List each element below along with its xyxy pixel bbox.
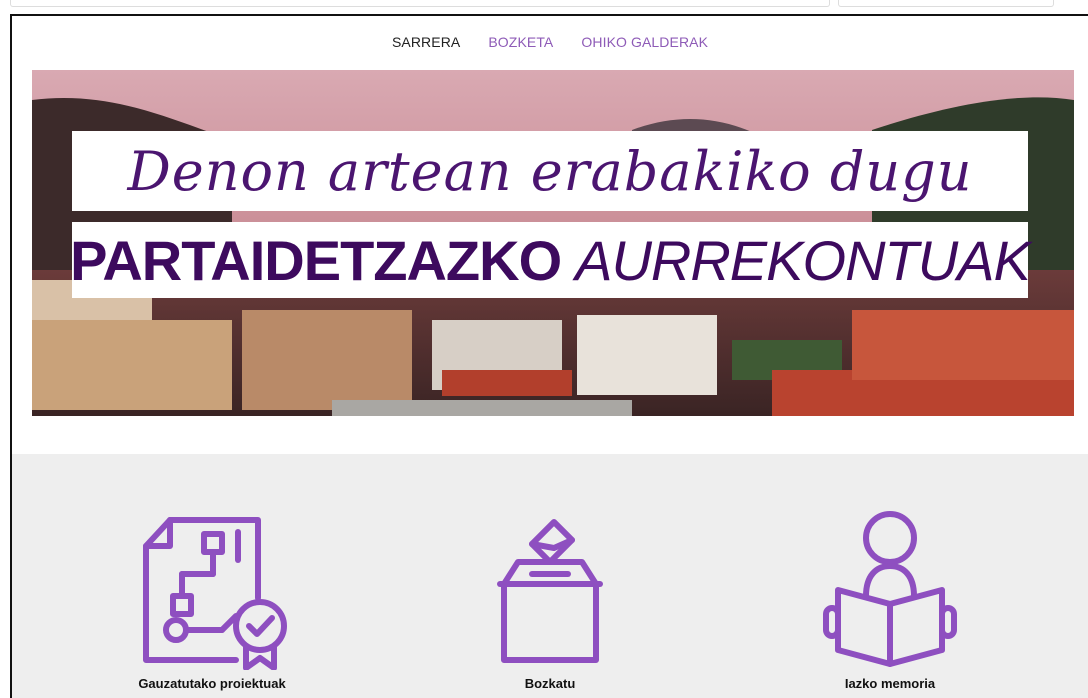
hero-title: PARTAIDETZAZKO AURREKONTUAK	[70, 222, 1031, 298]
main-navigation: SARRERA BOZKETA OHIKO GALDERAK	[12, 34, 1088, 50]
feature-label-iazko-memoria: Iazko memoria	[844, 676, 936, 691]
hero-title-light: AURREKONTUAK	[575, 228, 1031, 292]
feature-gauzatutako-proiektuak[interactable]: Gauzatutako proiektuak	[62, 500, 362, 691]
feature-iazko-memoria[interactable]: Iazko memoria	[740, 500, 1040, 691]
reading-person-icon	[823, 511, 957, 667]
feature-label-bozkatu: Bozkatu	[524, 676, 576, 691]
search-bar-edge	[838, 0, 1054, 7]
nav-item-ohiko-galderak[interactable]: OHIKO GALDERAK	[581, 34, 708, 50]
features-section: Gauzatutako proiektuak Bozkatu Iazko mem…	[12, 454, 1088, 698]
nav-item-sarrera[interactable]: SARRERA	[392, 34, 460, 50]
browser-chrome-strip	[0, 0, 1088, 14]
hero-banner: Denon artean erabakiko dugu PARTAIDETZAZ…	[32, 70, 1074, 416]
hero-title-bold: PARTAIDETZAZKO	[70, 228, 562, 292]
ballot-box-icon	[497, 519, 603, 663]
certified-document-icon	[143, 517, 287, 670]
address-bar-edge	[10, 0, 830, 7]
hero-script-line: Denon artean erabakiko dugu	[72, 131, 1028, 211]
feature-bozkatu[interactable]: Bozkatu	[400, 500, 700, 691]
page-viewport: SARRERA BOZKETA OHIKO GALDERAK Denon art…	[10, 14, 1088, 698]
feature-label-gauzatutako-proiektuak: Gauzatutako proiektuak	[138, 676, 286, 691]
nav-item-bozketa[interactable]: BOZKETA	[488, 34, 553, 50]
